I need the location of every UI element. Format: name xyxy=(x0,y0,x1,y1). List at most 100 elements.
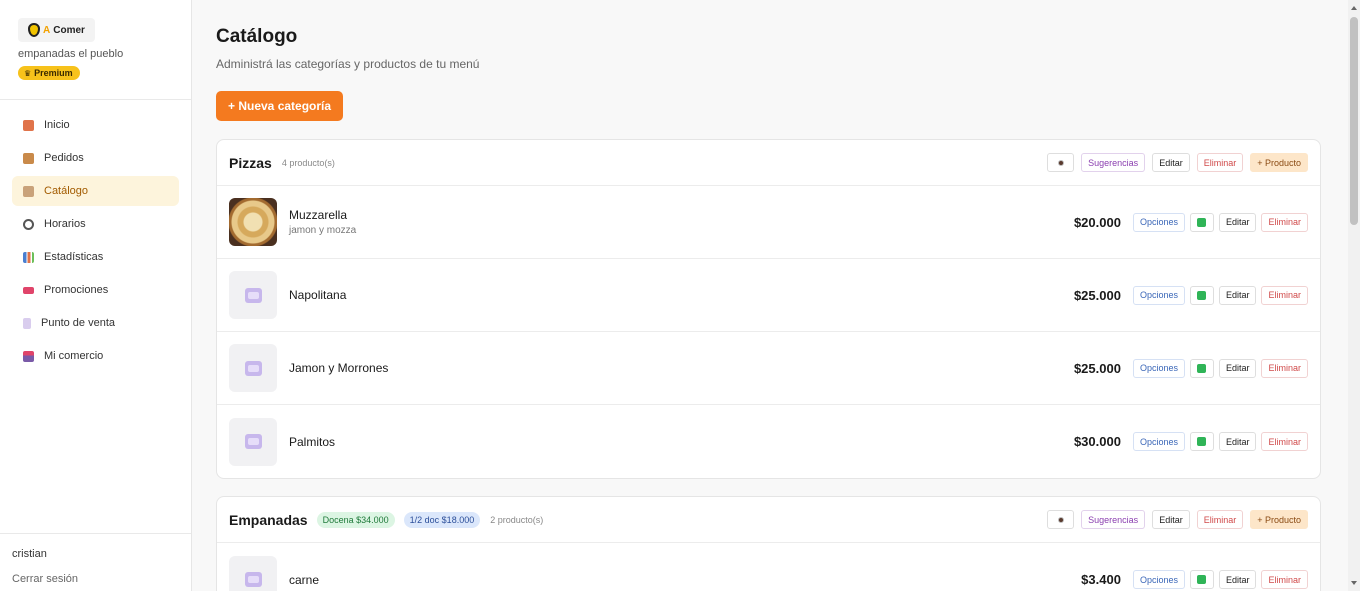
delete-product-button[interactable]: Eliminar xyxy=(1261,358,1308,378)
product-price: $25.000 xyxy=(1073,360,1121,376)
product-description: jamon y mozza xyxy=(289,225,357,236)
sidebar-item-label: Promociones xyxy=(44,284,109,296)
delete-category-button[interactable]: Eliminar xyxy=(1196,153,1244,172)
edit-category-button[interactable]: Editar xyxy=(1152,510,1190,529)
edit-product-button[interactable]: Editar xyxy=(1218,432,1257,451)
sidebar-item-horarios[interactable]: Horarios xyxy=(12,209,179,239)
page-scrollbar[interactable] xyxy=(1348,0,1360,591)
product-actions: Opciones Editar Eliminar xyxy=(1132,570,1308,589)
sidebar-item-estadisticas[interactable]: Estadísticas xyxy=(12,242,179,272)
premium-badge: ♛ Premium xyxy=(18,66,80,80)
eye-icon xyxy=(1057,516,1064,523)
product-info: Napolitana xyxy=(289,288,346,302)
sidebar-item-mi-comercio[interactable]: Mi comercio xyxy=(12,341,179,371)
eye-icon xyxy=(1057,159,1064,166)
check-icon xyxy=(1197,575,1207,584)
edit-product-button[interactable]: Editar xyxy=(1218,285,1257,305)
logo-text-comer: Comer xyxy=(53,24,85,36)
edit-product-button[interactable]: Editar xyxy=(1218,570,1257,589)
table-row: Palmitos $30.000 Opciones Editar Elimina… xyxy=(217,405,1320,478)
price-badge-half-dozen: 1/2 doc $18.000 xyxy=(403,511,481,528)
check-icon xyxy=(1197,217,1207,227)
availability-toggle-button[interactable] xyxy=(1189,285,1214,305)
product-options-button[interactable]: Opciones xyxy=(1132,285,1185,305)
availability-toggle-button[interactable] xyxy=(1189,212,1214,232)
category-product-count: 2 producto(s) xyxy=(490,514,544,525)
table-row: Jamon y Morrones $25.000 Opciones Editar… xyxy=(217,332,1320,405)
plate-icon xyxy=(244,360,262,376)
category-card-empanadas: Empanadas Docena $34.000 1/2 doc $18.000… xyxy=(216,496,1321,591)
edit-product-button[interactable]: Editar xyxy=(1218,212,1257,232)
sidebar-item-promociones[interactable]: Promociones xyxy=(12,275,179,305)
delete-category-button[interactable]: Eliminar xyxy=(1196,510,1244,529)
product-info: Jamon y Morrones xyxy=(289,361,388,375)
sidebar-item-punto-de-venta[interactable]: Punto de venta xyxy=(12,308,179,338)
store-icon xyxy=(23,350,34,362)
product-options-button[interactable]: Opciones xyxy=(1132,570,1185,589)
product-info: Palmitos xyxy=(289,435,335,449)
availability-toggle-button[interactable] xyxy=(1189,358,1214,378)
suggestions-button[interactable]: Sugerencias xyxy=(1081,153,1146,172)
product-actions: Opciones Editar Eliminar xyxy=(1132,432,1308,451)
receipt-icon xyxy=(23,317,31,329)
product-name: Muzzarella xyxy=(289,208,348,222)
suggestions-button[interactable]: Sugerencias xyxy=(1081,510,1146,529)
category-actions: Sugerencias Editar Eliminar + Producto xyxy=(1047,510,1308,529)
clipboard-icon xyxy=(23,185,34,197)
sidebar-item-label: Punto de venta xyxy=(41,317,116,329)
product-options-button[interactable]: Opciones xyxy=(1132,432,1185,451)
product-info: Muzzarella jamon y mozza xyxy=(289,208,356,236)
product-actions: Opciones Editar Eliminar xyxy=(1132,285,1308,305)
check-icon xyxy=(1197,363,1207,373)
category-header: Pizzas 4 producto(s) Sugerencias Editar … xyxy=(217,140,1320,186)
sidebar-item-catalogo[interactable]: Catálogo xyxy=(12,176,179,206)
product-photo-placeholder xyxy=(229,271,277,319)
delete-product-button[interactable]: Eliminar xyxy=(1261,212,1308,232)
location-pin-logo-icon xyxy=(28,23,40,37)
product-info: carne xyxy=(289,573,319,587)
check-icon xyxy=(1197,437,1207,446)
product-options-button[interactable]: Opciones xyxy=(1132,212,1185,232)
category-name: Empanadas xyxy=(229,511,308,528)
scrollbar-thumb[interactable] xyxy=(1350,17,1358,225)
scroll-up-arrow-icon[interactable] xyxy=(1351,6,1357,10)
product-photo-placeholder xyxy=(229,555,277,591)
plate-icon xyxy=(244,572,262,587)
delete-product-button[interactable]: Eliminar xyxy=(1261,432,1308,451)
delete-product-button[interactable]: Eliminar xyxy=(1261,285,1308,305)
product-photo-placeholder xyxy=(229,344,277,392)
add-product-button[interactable]: + Producto xyxy=(1250,153,1308,172)
add-product-button[interactable]: + Producto xyxy=(1250,510,1308,529)
product-name: carne xyxy=(289,572,320,587)
product-options-button[interactable]: Opciones xyxy=(1132,358,1185,378)
edit-category-button[interactable]: Editar xyxy=(1152,153,1190,172)
visibility-toggle-button[interactable] xyxy=(1047,510,1075,529)
sidebar-nav: Inicio Pedidos Catálogo Horarios Estadís… xyxy=(0,100,191,371)
availability-toggle-button[interactable] xyxy=(1189,432,1214,451)
visibility-toggle-button[interactable] xyxy=(1047,153,1075,172)
edit-product-button[interactable]: Editar xyxy=(1218,358,1257,378)
app-logo[interactable]: A Comer xyxy=(18,18,95,42)
logo-text-a: A xyxy=(43,24,51,36)
sidebar-item-label: Horarios xyxy=(44,218,86,230)
category-actions: Sugerencias Editar Eliminar + Producto xyxy=(1047,153,1308,172)
product-price: $30.000 xyxy=(1073,434,1121,449)
availability-toggle-button[interactable] xyxy=(1189,570,1214,589)
premium-badge-label: Premium xyxy=(34,68,73,78)
sidebar-item-pedidos[interactable]: Pedidos xyxy=(12,143,179,173)
crown-icon: ♛ xyxy=(24,68,32,78)
plate-icon xyxy=(244,287,262,303)
category-header: Empanadas Docena $34.000 1/2 doc $18.000… xyxy=(217,497,1320,543)
product-name: Jamon y Morrones xyxy=(289,361,389,375)
user-name: cristian xyxy=(12,548,47,560)
sidebar-item-label: Pedidos xyxy=(44,152,84,164)
logout-link[interactable]: Cerrar sesión xyxy=(12,573,179,585)
scroll-down-arrow-icon[interactable] xyxy=(1351,581,1357,585)
brand-section: A Comer empanadas el pueblo ♛ Premium xyxy=(0,0,191,100)
store-name: empanadas el pueblo xyxy=(18,48,124,60)
table-row: Napolitana $25.000 Opciones Editar Elimi… xyxy=(217,259,1320,332)
delete-product-button[interactable]: Eliminar xyxy=(1261,570,1308,589)
table-row: carne $3.400 Opciones Editar Eliminar xyxy=(217,543,1320,591)
new-category-button[interactable]: + Nueva categoría xyxy=(216,91,344,121)
sidebar-item-inicio[interactable]: Inicio xyxy=(12,110,179,140)
